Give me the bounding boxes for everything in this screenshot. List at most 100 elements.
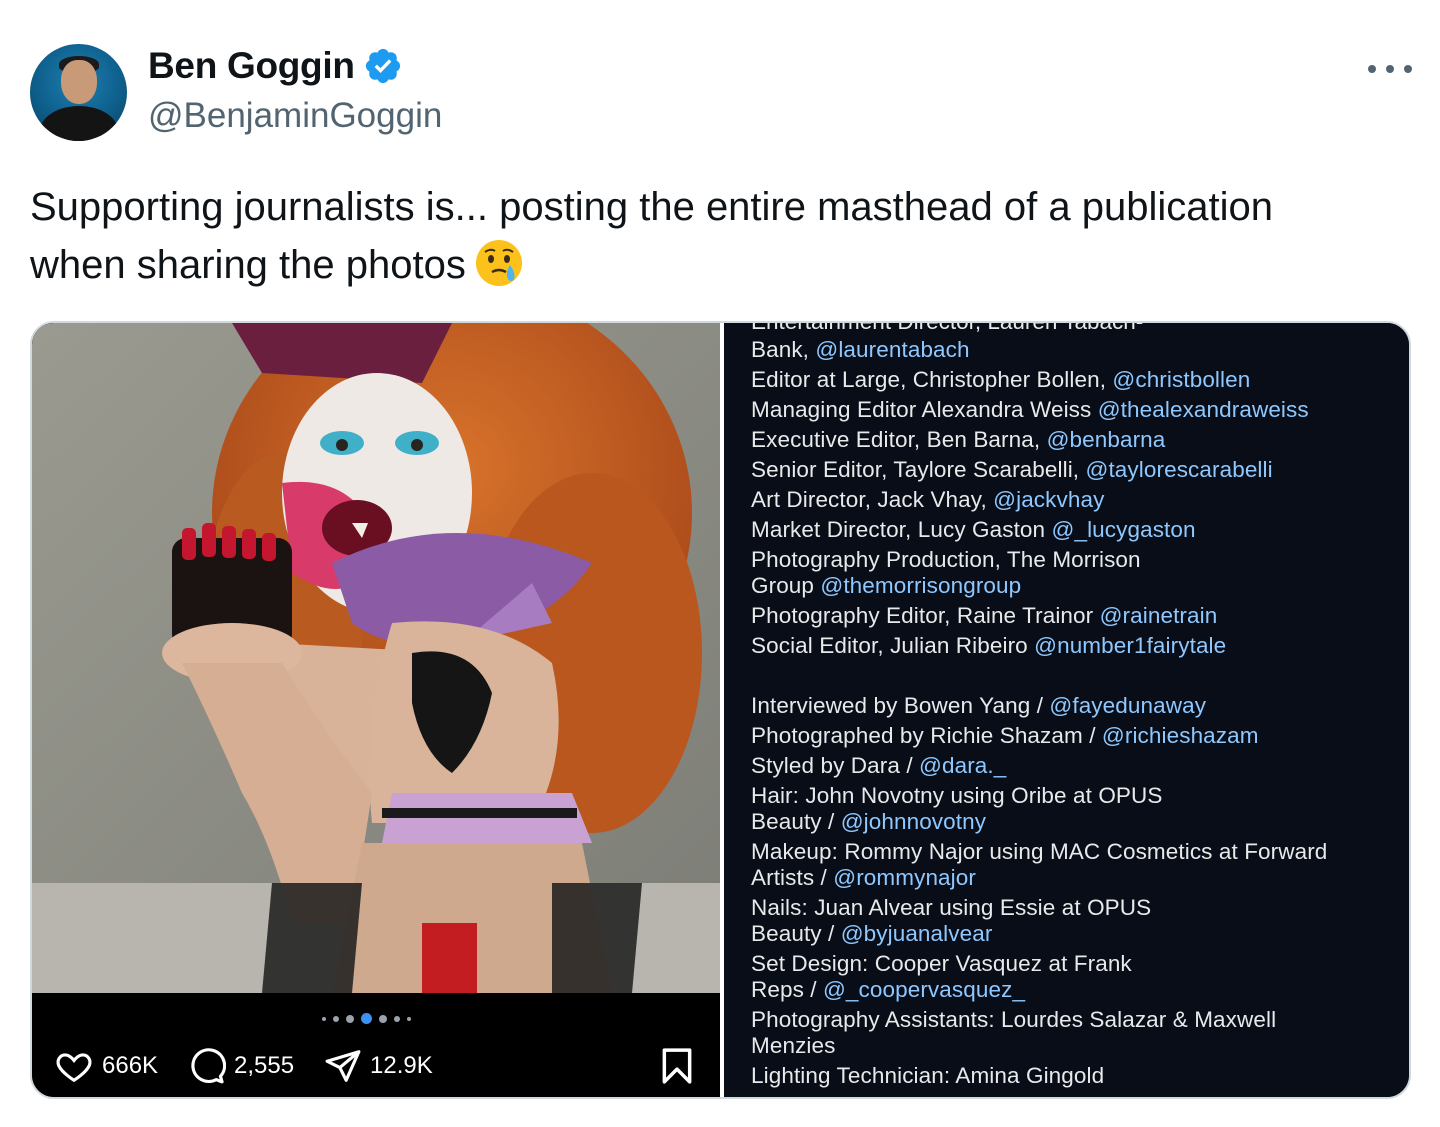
avatar[interactable] — [30, 44, 127, 141]
share-button[interactable]: 12.9K — [324, 1047, 433, 1085]
credit-mention[interactable]: @jackvhay — [993, 487, 1104, 512]
credit-mention[interactable]: @_coopervasquez_ — [823, 977, 1025, 1002]
author-name-row: Ben Goggin — [148, 45, 403, 87]
credit-mention[interactable]: @thealexandraweiss — [1098, 397, 1309, 422]
credit-text: Interviewed by Bowen Yang / — [751, 693, 1050, 718]
tweet-text-line: when sharing the photos — [30, 243, 466, 287]
credit-text: Photography Editor, Raine Trainor — [751, 603, 1100, 628]
save-button[interactable] — [660, 1047, 694, 1085]
more-dot — [1368, 65, 1376, 73]
more-options-icon[interactable] — [1368, 54, 1412, 84]
credit-line: Artists / @rommynajor — [751, 865, 976, 891]
credit-mention[interactable]: @number1fairytale — [1034, 633, 1226, 658]
credit-text: Styled by Dara / — [751, 753, 920, 778]
media-attachment[interactable]: 666K 2,555 12.9K Bank, @laurentabach Edi… — [30, 321, 1411, 1099]
comment-count: 2,555 — [234, 1052, 295, 1079]
comment-bubble-icon — [191, 1048, 226, 1084]
credit-line: Photography Production, The Morrison — [751, 547, 1141, 573]
credit-line: Beauty / @byjuanalvear — [751, 921, 992, 947]
credit-line: Senior Editor, Taylore Scarabelli, @tayl… — [751, 457, 1273, 483]
credit-line: Photography Editor, Raine Trainor @raine… — [751, 603, 1217, 629]
credit-mention[interactable]: @richieshazam — [1102, 723, 1259, 748]
editorial-photo — [32, 323, 720, 993]
credit-text: Editor at Large, Christopher Bollen, — [751, 367, 1113, 392]
credit-line: Group @themorrisongroup — [751, 573, 1021, 599]
credit-text: Bank, — [751, 337, 816, 362]
like-button[interactable]: 666K — [54, 1047, 158, 1085]
credit-line: Photographed by Richie Shazam / @richies… — [751, 723, 1259, 749]
bookmark-icon — [662, 1048, 692, 1084]
carousel-dot — [407, 1016, 411, 1021]
avatar-shirt — [40, 106, 118, 141]
post-actions-bar: 666K 2,555 12.9K — [32, 1039, 720, 1097]
credit-mention[interactable]: @byjuanalvear — [841, 921, 993, 946]
credit-line: Managing Editor Alexandra Weiss @thealex… — [751, 397, 1309, 423]
comment-button[interactable]: 2,555 — [188, 1047, 294, 1085]
credit-text: Set Design: Cooper Vasquez at Frank — [751, 951, 1132, 976]
credit-line: Nails: Juan Alvear using Essie at OPUS — [751, 895, 1151, 921]
credit-text: Reps / — [751, 977, 823, 1002]
credit-line: Reps / @_coopervasquez_ — [751, 977, 1025, 1003]
author-handle[interactable]: @BenjaminGoggin — [148, 96, 442, 136]
credit-line: Market Director, Lucy Gaston @_lucygasto… — [751, 517, 1196, 543]
more-dot — [1404, 65, 1412, 73]
credit-text: Nails: Juan Alvear using Essie at OPUS — [751, 895, 1152, 920]
credit-mention[interactable]: @rommynajor — [833, 865, 976, 890]
credit-text: Hair: John Novotny using Oribe at OPUS — [751, 783, 1163, 808]
credit-mention[interactable]: @laurentabach — [815, 337, 969, 362]
author-display-name[interactable]: Ben Goggin — [148, 45, 355, 87]
credit-text: Menzies — [751, 1033, 836, 1058]
credit-text: Social Editor, Julian Ribeiro — [751, 633, 1035, 658]
like-count: 666K — [102, 1052, 159, 1079]
credit-line: Bank, @laurentabach — [751, 337, 970, 363]
credit-mention[interactable]: @christbollen — [1112, 367, 1250, 392]
credit-line: Photography Assistants: Lourdes Salazar … — [751, 1007, 1276, 1033]
credit-text: Makeup: Rommy Najor using MAC Cosmetics … — [751, 839, 1328, 864]
credit-text: Photographed by Richie Shazam / — [751, 723, 1102, 748]
credit-line-clipped: Entertainment Director, Lauren Tabach- — [751, 323, 1143, 335]
credit-line: Makeup: Rommy Najor using MAC Cosmetics … — [751, 839, 1327, 865]
credit-mention[interactable]: @dara._ — [919, 753, 1006, 778]
credit-text: Executive Editor, Ben Barna, — [751, 427, 1047, 452]
credit-text: Photography Assistants: Lourdes Salazar … — [751, 1007, 1277, 1032]
credit-text: Art Director, Jack Vhay, — [751, 487, 994, 512]
tweet-text-line: Supporting journalists is... posting the… — [30, 185, 1273, 229]
carousel-dot — [379, 1014, 387, 1023]
tweet-text: Supporting journalists is... posting the… — [30, 178, 1400, 294]
more-dot — [1386, 65, 1394, 73]
credit-line: Menzies — [751, 1033, 835, 1059]
credit-mention[interactable]: @taylorescarabelli — [1086, 457, 1273, 482]
credit-line: Hair: John Novotny using Oribe at OPUS — [751, 783, 1162, 809]
credit-text: Artists / — [751, 865, 834, 890]
credit-line: Executive Editor, Ben Barna, @benbarna — [751, 427, 1165, 453]
carousel-indicator — [322, 1013, 411, 1024]
masthead-credits: Entertainment Director, Lauren Tabach- B… — [724, 323, 1409, 1097]
credit-mention[interactable]: @fayedunaway — [1049, 693, 1206, 718]
verified-badge-icon[interactable] — [363, 46, 403, 86]
credit-mention[interactable]: @themorrisongroup — [820, 573, 1021, 598]
credit-mention[interactable]: @_lucygaston — [1052, 517, 1196, 542]
tweet-card: Ben Goggin @BenjaminGoggin Supporting jo… — [0, 0, 1440, 1127]
face-holding-back-tears-icon — [475, 240, 522, 286]
credit-mention[interactable]: @benbarna — [1047, 427, 1166, 452]
credit-text: Managing Editor Alexandra Weiss — [751, 397, 1098, 422]
avatar-face — [61, 60, 97, 104]
carousel-dot — [346, 1014, 354, 1023]
heart-icon — [56, 1053, 92, 1083]
carousel-dot — [394, 1015, 400, 1022]
carousel-dot — [333, 1015, 339, 1022]
credit-mention[interactable]: @johnnovotny — [841, 809, 986, 834]
credit-text: Group — [751, 573, 821, 598]
credit-text: Lighting Technician: Amina Gingold — [751, 1063, 1105, 1088]
credit-line: Styled by Dara / @dara._ — [751, 753, 1006, 779]
credit-mention[interactable]: @rainetrain — [1100, 603, 1218, 628]
tweet-text-line-2: when sharing the photos — [30, 236, 1400, 294]
credit-text: Senior Editor, Taylore Scarabelli, — [751, 457, 1086, 482]
credit-line: Beauty / @johnnovotny — [751, 809, 986, 835]
credit-line: Art Director, Jack Vhay, @jackvhay — [751, 487, 1104, 513]
credit-text: Photography Production, The Morrison — [751, 547, 1141, 572]
credit-line: Editor at Large, Christopher Bollen, @ch… — [751, 367, 1250, 393]
carousel-dot-active — [361, 1013, 372, 1024]
credit-text: Market Director, Lucy Gaston — [751, 517, 1052, 542]
instagram-screenshot: 666K 2,555 12.9K — [32, 323, 720, 1097]
